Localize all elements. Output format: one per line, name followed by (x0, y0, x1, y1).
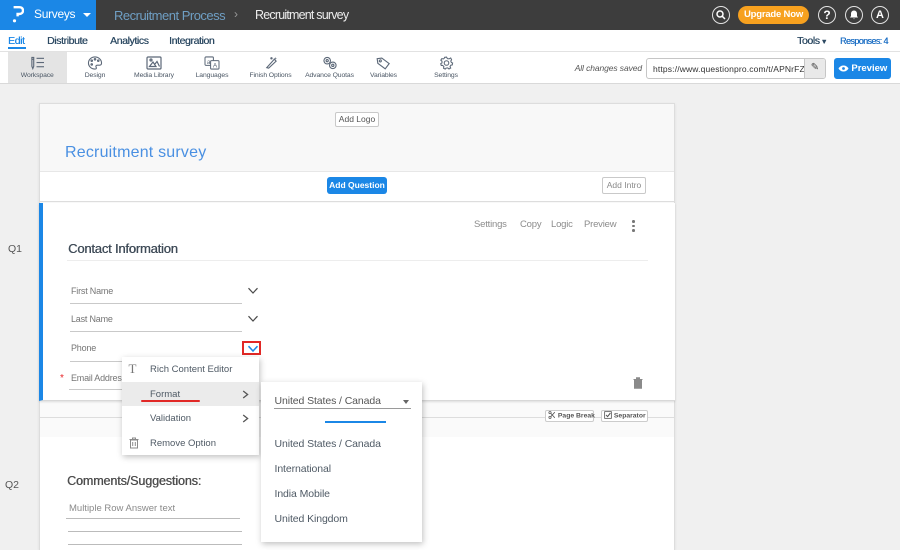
svg-text:A: A (213, 63, 218, 70)
svg-text:a: a (207, 59, 211, 66)
